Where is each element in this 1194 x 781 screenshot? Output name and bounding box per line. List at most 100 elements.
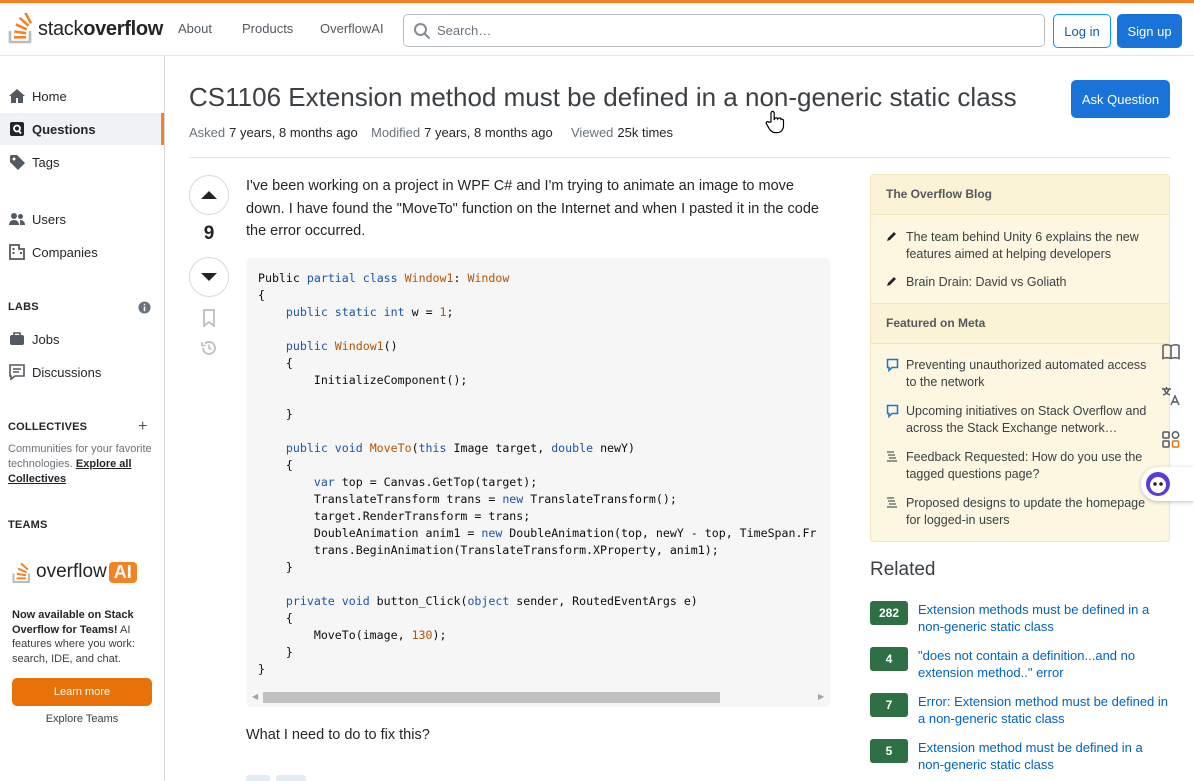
ask-question-button[interactable]: Ask Question <box>1071 80 1170 118</box>
related-link[interactable]: Extension method must be defined in a no… <box>918 739 1170 773</box>
vote-count: 9 <box>203 223 215 244</box>
briefcase-icon <box>8 330 26 348</box>
home-icon <box>8 87 26 105</box>
stack-exchange-icon <box>886 495 906 529</box>
question-title[interactable]: CS1106 Extension method must be defined … <box>189 82 1059 113</box>
collectives-description: Communities for your favorite technologi… <box>8 443 152 485</box>
score-badge: 4 <box>870 647 908 671</box>
meta-item[interactable]: Feedback Requested: How do you use the t… <box>886 449 1156 483</box>
related-link[interactable]: Error: Extension method must be defined … <box>918 693 1170 727</box>
stack-logo-icon <box>8 13 33 44</box>
sidebar-item-tags[interactable]: Tags <box>0 146 164 178</box>
related-item[interactable]: 5 Extension method must be defined in a … <box>870 739 1170 773</box>
code-content: Public partial class Window1: Window { p… <box>258 271 817 676</box>
tag-chip[interactable] <box>246 775 270 781</box>
stackoverflow-logo[interactable]: stackoverflow <box>8 12 163 46</box>
tag-chip[interactable] <box>276 775 306 781</box>
nav-about[interactable]: About <box>178 21 212 36</box>
sidebar-item-questions[interactable]: Questions <box>0 113 164 145</box>
nav-overflowai[interactable]: OverflowAI <box>320 21 384 36</box>
sidebar-item-label: Companies <box>32 244 98 260</box>
labs-label: LABS <box>8 301 39 313</box>
sidebar-item-label: Users <box>32 211 66 227</box>
related-item[interactable]: 4 "does not contain a definition...and n… <box>870 647 1170 681</box>
related-heading: Related <box>870 559 936 580</box>
info-icon[interactable] <box>138 301 151 317</box>
login-button[interactable]: Log in <box>1053 14 1111 48</box>
assistant-bot-button[interactable] <box>1141 467 1194 501</box>
sidebar-item-users[interactable]: Users <box>0 203 164 235</box>
users-icon <box>8 210 26 228</box>
collectives-label: COLLECTIVES <box>8 421 88 433</box>
score-badge: 5 <box>870 739 908 763</box>
related-item[interactable]: 7 Error: Extension method must be define… <box>870 693 1170 727</box>
question-footer-text: What I need to do to fix this? <box>246 727 430 743</box>
code-block: Public partial class Window1: Window { p… <box>246 258 830 707</box>
translate-icon[interactable] <box>1157 382 1185 410</box>
companies-icon <box>8 243 26 261</box>
questions-icon <box>8 120 26 138</box>
stack-exchange-icon <box>886 449 906 483</box>
hand-cursor-icon <box>765 110 785 134</box>
search-icon <box>414 22 431 39</box>
apps-icon[interactable] <box>1157 426 1185 454</box>
scroll-left-icon[interactable]: ◀ <box>252 692 258 701</box>
overflow-ai-description: Now available on Stack Overflow for Team… <box>12 609 135 665</box>
teams-label: TEAMS <box>8 519 48 531</box>
book-icon[interactable] <box>1157 338 1185 366</box>
related-item[interactable]: 282 Extension methods must be defined in… <box>870 601 1170 635</box>
plus-icon[interactable]: + <box>138 419 147 435</box>
header-divider <box>189 157 1170 158</box>
history-icon[interactable] <box>199 338 219 358</box>
question-body: I've been working on a project in WPF C#… <box>246 178 819 239</box>
top-bar: stackoverflow About Products OverflowAI … <box>0 0 1194 56</box>
related-link[interactable]: "does not contain a definition...and no … <box>918 647 1170 681</box>
sidebar-item-label: Discussions <box>32 364 102 380</box>
learn-more-button[interactable]: Learn more <box>12 678 152 706</box>
sidebar-item-label: Home <box>32 88 67 104</box>
search-input[interactable]: Search… <box>403 14 1045 47</box>
sidebar-item-label: Jobs <box>32 331 60 347</box>
speech-bubble-icon <box>886 403 906 437</box>
blog-heading: The Overflow Blog <box>871 175 1169 215</box>
scroll-right-icon[interactable]: ▶ <box>818 692 824 701</box>
blog-item[interactable]: Brain Drain: David vs Goliath <box>886 274 1156 291</box>
discussions-icon <box>8 363 26 381</box>
sidebar-item-jobs[interactable]: Jobs <box>0 323 164 355</box>
left-sidebar: Home Questions Tags Users Companies LABS… <box>0 56 165 781</box>
arrow-up-icon <box>201 191 217 199</box>
meta-item[interactable]: Upcoming initiatives on Stack Overflow a… <box>886 403 1156 437</box>
signup-button[interactable]: Sign up <box>1117 14 1182 48</box>
meta-item[interactable]: Preventing unauthorized automated access… <box>886 357 1156 391</box>
featured-meta-heading: Featured on Meta <box>871 303 1169 344</box>
sidebar-item-companies[interactable]: Companies <box>0 236 164 268</box>
nav-products[interactable]: Products <box>242 21 293 36</box>
upvote-button[interactable] <box>189 175 229 215</box>
logo-text: stackoverflow <box>38 17 164 40</box>
score-badge: 7 <box>870 693 908 717</box>
arrow-down-icon <box>201 273 217 281</box>
blog-item[interactable]: The team behind Unity 6 explains the new… <box>886 229 1156 263</box>
sidebar-item-discussions[interactable]: Discussions <box>0 356 164 388</box>
overflow-ai-logo: overflow AI <box>12 559 137 585</box>
code-scrollbar-thumb[interactable] <box>263 692 720 703</box>
score-badge: 282 <box>870 601 908 625</box>
bookmark-icon[interactable] <box>199 308 219 328</box>
overflow-blog-widget: The Overflow Blog The team behind Unity … <box>870 174 1170 542</box>
meta-item[interactable]: Proposed designs to update the homepage … <box>886 495 1156 529</box>
related-link[interactable]: Extension methods must be defined in a n… <box>918 601 1170 635</box>
search-placeholder: Search… <box>437 23 492 38</box>
viewed-meta: Viewed 25k times <box>571 125 674 140</box>
bot-icon <box>1146 472 1170 496</box>
sidebar-item-label: Tags <box>32 154 60 170</box>
sidebar-item-label: Questions <box>32 121 96 137</box>
speech-bubble-icon <box>886 357 906 391</box>
stack-logo-icon <box>12 562 30 583</box>
tag-icon <box>8 153 26 171</box>
downvote-button[interactable] <box>189 257 229 297</box>
pencil-icon <box>886 229 906 263</box>
asked-meta: Asked 7 years, 8 months ago <box>189 125 358 140</box>
modified-meta: Modified 7 years, 8 months ago <box>371 125 553 140</box>
sidebar-item-home[interactable]: Home <box>0 80 164 112</box>
explore-teams-link[interactable]: Explore Teams <box>0 713 164 725</box>
